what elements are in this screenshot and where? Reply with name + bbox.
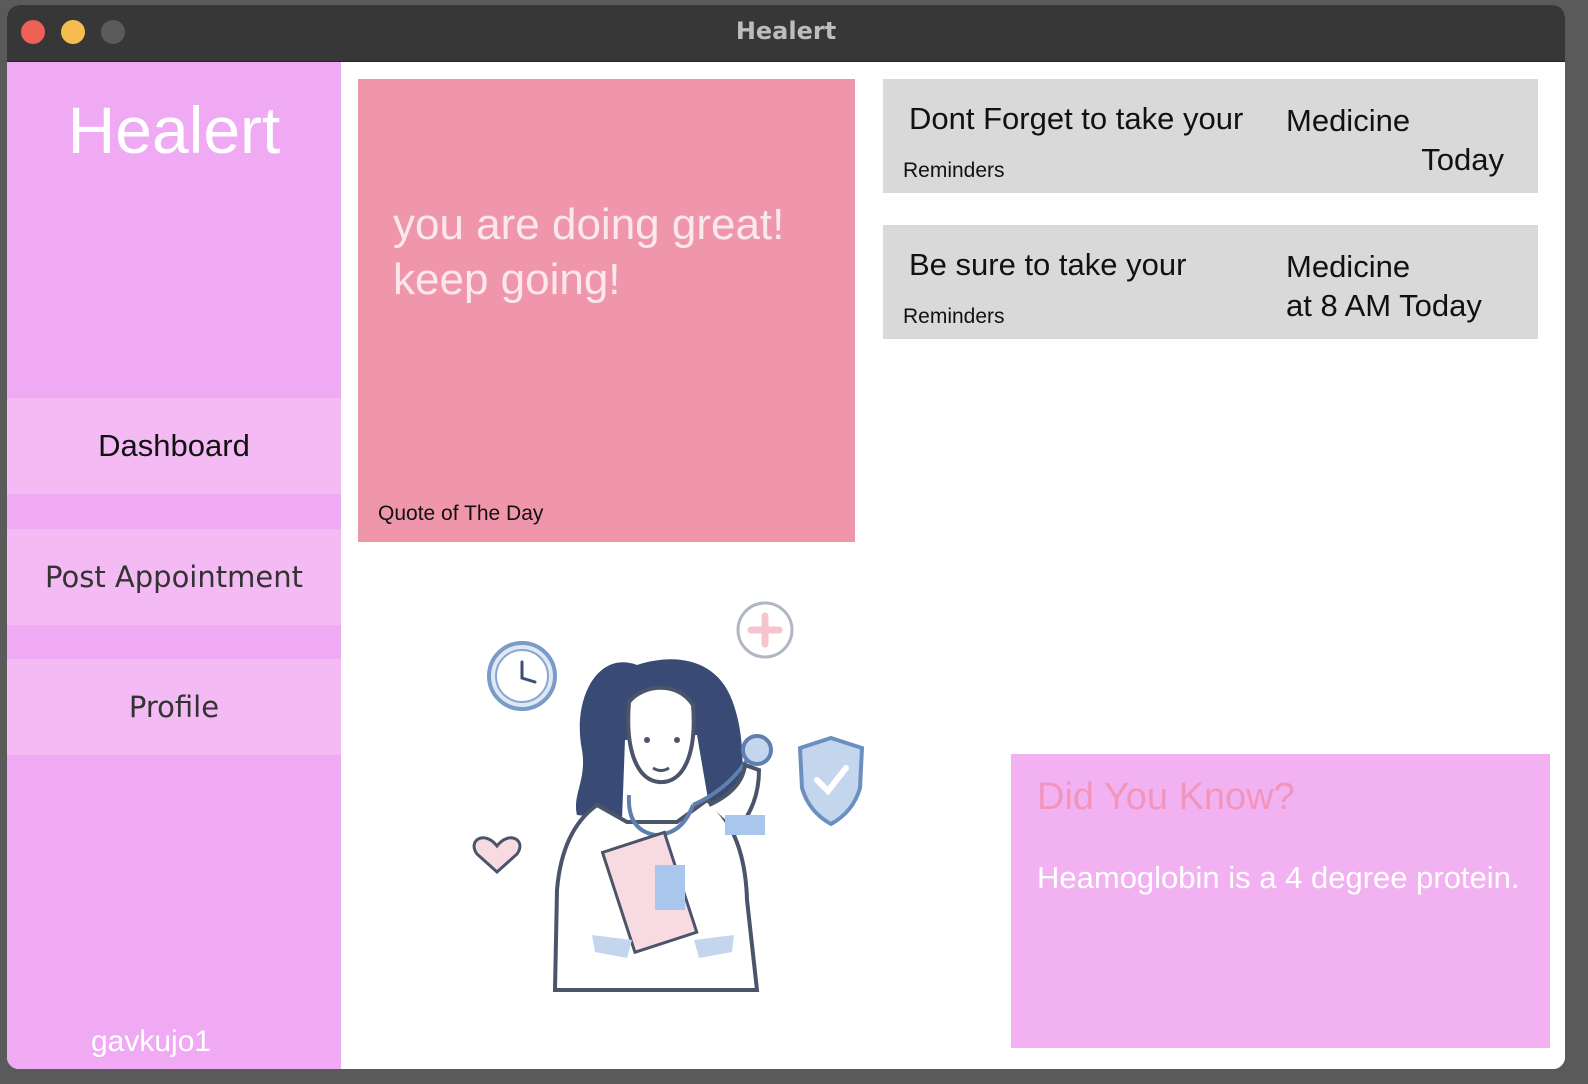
main-content: Healert Dashboard Post Appointment Profi…: [7, 62, 1565, 1069]
reminder-card-label: Reminders: [903, 305, 1005, 328]
clock-icon: [487, 641, 557, 711]
reminder-card: Be sure to take your Medicine at 8 AM To…: [883, 225, 1538, 339]
shield-icon: [797, 735, 865, 827]
reminder-card: Dont Forget to take your Medicine Today …: [883, 79, 1538, 193]
reminder-text: Be sure to take your: [909, 247, 1187, 282]
fact-text: Heamoglobin is a 4 degree protein.: [1037, 860, 1520, 895]
doctor-illustration: [472, 601, 865, 992]
fact-title: Did You Know?: [1037, 776, 1295, 818]
window-title: Healert: [735, 17, 837, 45]
quote-line: keep going!: [393, 255, 621, 304]
quote-line: you are doing great!: [393, 200, 785, 249]
quote-text: you are doing great! keep going!: [393, 197, 833, 307]
app-logo: Healert: [67, 93, 281, 167]
reminder-text: Dont Forget to take your: [909, 101, 1244, 136]
heart-icon: [472, 836, 522, 875]
sidebar-item-profile[interactable]: Profile: [7, 659, 341, 755]
quote-card-label: Quote of The Day: [378, 502, 544, 525]
app-window: Healert Healert Dashboard Post Appointme…: [7, 5, 1565, 1069]
reminder-detail: Medicine at 8 AM Today: [1286, 247, 1504, 325]
quote-of-the-day-card: you are doing great! keep going! Quote o…: [358, 79, 855, 542]
username-label: gavkujo1: [91, 1025, 212, 1058]
sidebar-item-post-appointment[interactable]: Post Appointment: [7, 529, 341, 625]
medical-badge-icon: [736, 601, 794, 659]
sidebar: Healert Dashboard Post Appointment Profi…: [7, 62, 341, 1069]
reminder-detail-line: Medicine: [1286, 103, 1411, 138]
reminder-detail-line: at 8 AM Today: [1286, 288, 1482, 323]
reminder-detail-line: Medicine: [1286, 249, 1411, 284]
did-you-know-card: Did You Know? Heamoglobin is a 4 degree …: [1011, 754, 1550, 1048]
reminder-card-label: Reminders: [903, 159, 1005, 182]
sidebar-item-dashboard[interactable]: Dashboard: [7, 398, 341, 494]
reminder-detail-line: Today: [1421, 142, 1504, 177]
title-bar: Healert: [7, 5, 1565, 62]
reminder-detail: Medicine Today: [1286, 101, 1504, 179]
